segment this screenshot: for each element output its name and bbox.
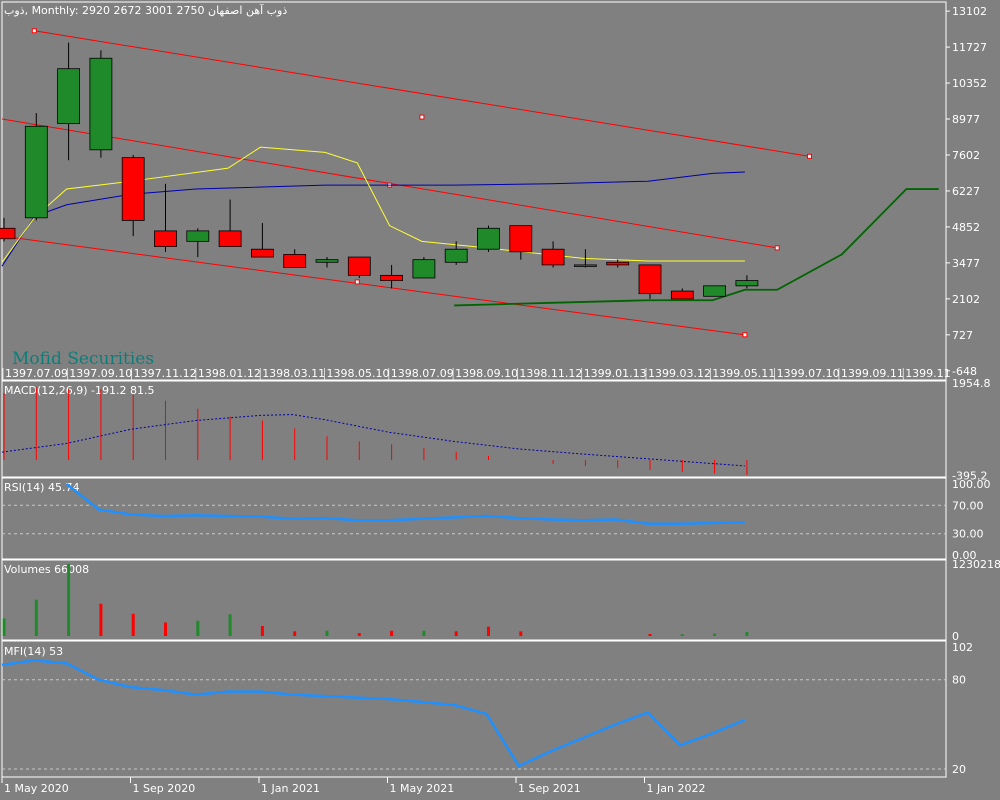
candle-body [509, 225, 533, 253]
price-tick-label: 8977 [952, 113, 980, 126]
date-label: 1398.07.09 [391, 367, 454, 380]
chart-header: ذوب, Monthly: 2920 2672 3001 2750 ذوب آه… [4, 3, 287, 17]
candle-body [89, 57, 113, 151]
macd-tick-label: 1954.8 [952, 377, 991, 390]
mfi-tick-label: 20 [952, 763, 966, 776]
macd-title: MACD(12,26,9) -191.2 81.5 [4, 384, 155, 397]
channel-anchor [807, 153, 812, 159]
candle-body [638, 264, 662, 295]
candle-body [444, 248, 468, 263]
price-tick-label: 6227 [952, 185, 980, 198]
mfi-tick-label: 102 [952, 641, 973, 654]
price-tick-label: 727 [952, 329, 973, 342]
channel-anchor [774, 245, 780, 251]
mfi-title: MFI(14) 53 [4, 645, 63, 658]
channel-anchor [419, 114, 425, 120]
candle-body [412, 259, 436, 279]
time-axis-label: 1 May 2021 [390, 782, 455, 795]
pane-frame-3 [1, 559, 947, 641]
price-tick-label: 4852 [952, 221, 980, 234]
pane-frame-2 [1, 477, 947, 560]
rsi-tick-label: 100.00 [952, 478, 991, 491]
candle-body [541, 248, 565, 266]
candle-body [347, 256, 371, 276]
candle-body [0, 227, 16, 240]
price-tick-label: 7602 [952, 149, 980, 162]
watermark-text: Mofid Securities [12, 349, 154, 369]
price-tick-label: 3477 [952, 257, 980, 270]
candle-body [735, 280, 759, 287]
channel-anchor [354, 279, 360, 285]
date-label: 1399.05.11 [712, 367, 775, 380]
volume-tick-label: 1230218 [952, 558, 1000, 571]
rsi-tick-label: 30.00 [952, 528, 984, 541]
time-axis-label: 1 Jan 2022 [647, 782, 706, 795]
channel-anchor [31, 28, 37, 34]
date-label: 1398.05.10 [327, 367, 390, 380]
candle-body [574, 264, 597, 267]
candle-body [670, 290, 694, 300]
date-label: 1398.01.12 [198, 367, 261, 380]
time-axis-label: 1 Sep 2020 [133, 782, 196, 795]
candle-body [703, 285, 726, 297]
candle-body [154, 230, 177, 247]
candle-body [477, 227, 500, 250]
candle-body [24, 125, 48, 219]
mfi-tick-label: 80 [952, 674, 966, 687]
candle-body [380, 274, 404, 281]
candle-body [283, 254, 307, 268]
pane-frame-4 [1, 640, 947, 778]
candle-body [606, 261, 630, 266]
rsi-tick-label: 70.00 [952, 499, 984, 512]
time-axis-label: 1 May 2020 [4, 782, 69, 795]
date-label: 1399.07.10 [777, 367, 840, 380]
time-axis-label: 1 Sep 2021 [518, 782, 581, 795]
price-tick-label: 10352 [952, 77, 987, 90]
date-label: 1399.01.13 [584, 367, 647, 380]
candle-body [186, 230, 210, 242]
price-tick-label: 13102 [952, 5, 987, 18]
candle-body [57, 68, 80, 125]
date-label: 1399.09.11 [841, 367, 904, 380]
date-label: 1399.11 [905, 367, 951, 380]
time-axis-label: 1 Jan 2021 [261, 782, 320, 795]
date-label: 1398.11.12 [519, 367, 582, 380]
price-tick-label: 11727 [952, 41, 987, 54]
rsi-title: RSI(14) 45.74 [4, 481, 79, 494]
candle-body [315, 259, 339, 263]
candle-body [218, 230, 242, 247]
channel-anchor [742, 332, 748, 338]
date-label: 1398.03.11 [262, 367, 325, 380]
candle-body [250, 248, 274, 258]
candle-body [121, 157, 145, 221]
chart-canvas[interactable]: 13102 11727 10352 8977 7602 6227 4852 3477 2102 7… [0, 0, 1000, 800]
volumes-title: Volumes 66008 [4, 563, 89, 576]
price-tick-label: 2102 [952, 293, 980, 306]
date-label: 1398.09.10 [455, 367, 518, 380]
date-label: 1399.03.12 [648, 367, 711, 380]
